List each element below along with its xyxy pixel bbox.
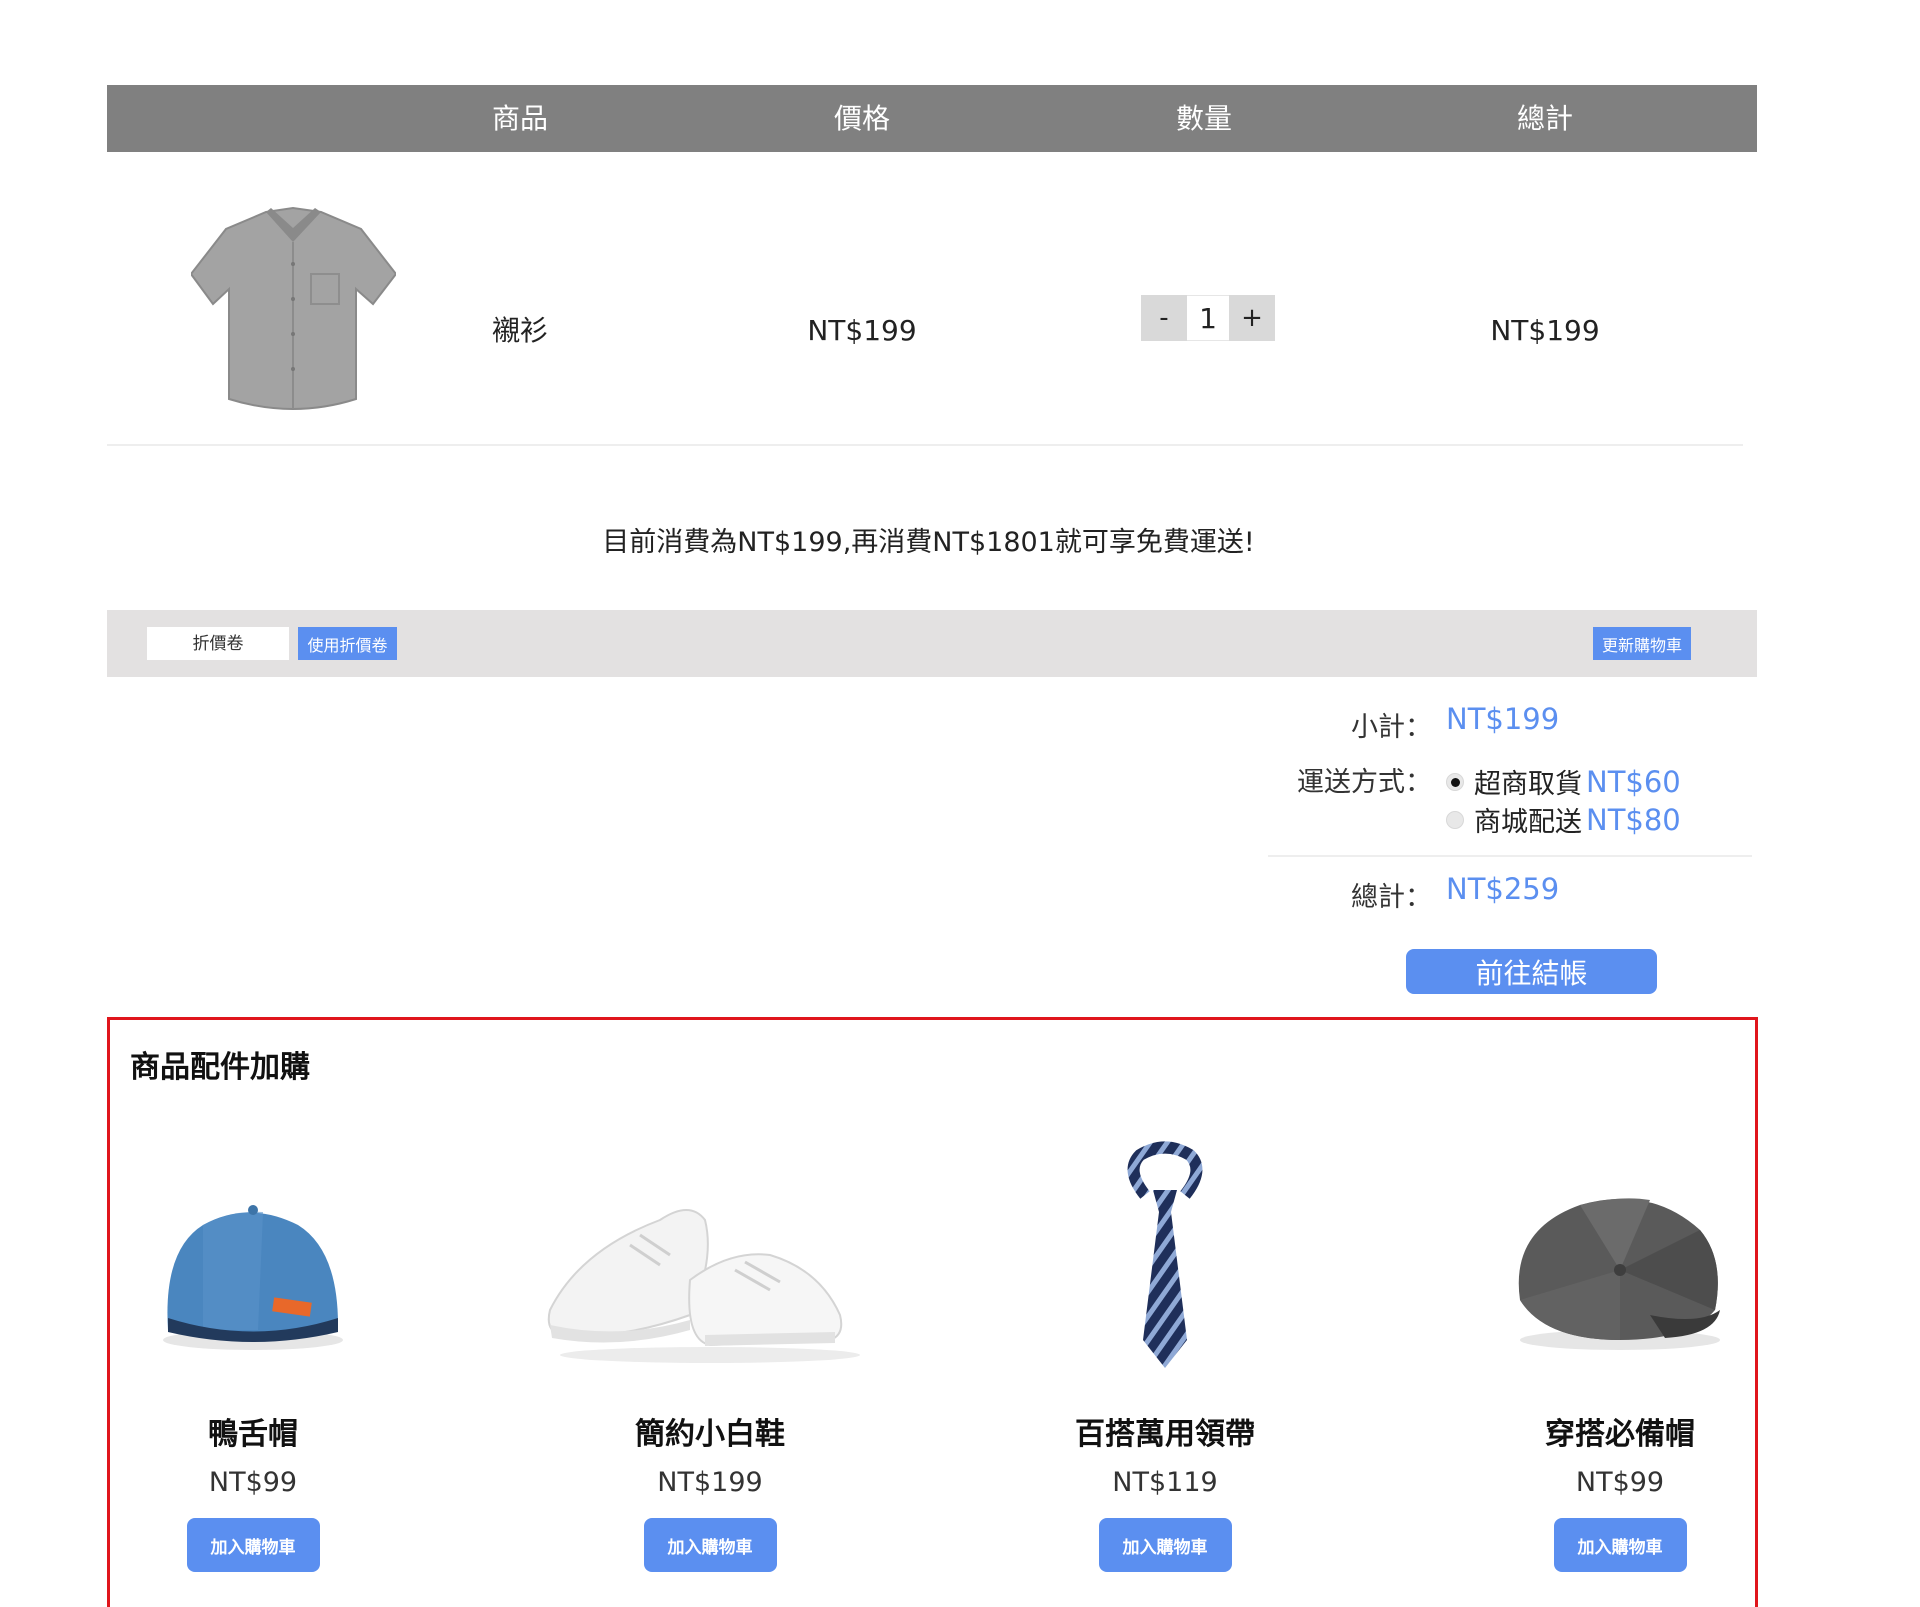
shipping-option-mall-delivery[interactable]: 商城配送 NT$80 xyxy=(1446,800,1681,839)
shipping-option-price: NT$60 xyxy=(1586,764,1681,799)
addon-item-price: NT$99 xyxy=(208,1467,298,1498)
coupon-bar: 使用折價卷 更新購物車 xyxy=(107,610,1757,677)
shipping-option-price: NT$80 xyxy=(1586,802,1681,837)
addon-item-name: 穿搭必備帽 xyxy=(1545,1417,1695,1452)
newsboy-cap-image xyxy=(1518,1198,1720,1350)
use-coupon-button[interactable]: 使用折價卷 xyxy=(298,627,397,660)
header-total: 總計 xyxy=(1516,102,1573,135)
necktie-image xyxy=(1127,1141,1203,1368)
radio-checked-icon[interactable] xyxy=(1446,772,1464,791)
checkout-button[interactable]: 前往結帳 xyxy=(1406,949,1657,994)
addon-item-price: NT$119 xyxy=(1112,1467,1218,1498)
white-sneakers-image xyxy=(547,1209,860,1363)
add-to-cart-button[interactable]: 加入購物車 xyxy=(186,1518,320,1572)
shipping-option-label: 商城配送 xyxy=(1474,807,1582,838)
subtotal-value: NT$199 xyxy=(1446,702,1560,736)
addon-item-price: NT$199 xyxy=(657,1467,763,1498)
baseball-cap-image xyxy=(163,1205,343,1350)
cart-item-name: 襯衫 xyxy=(491,314,548,347)
quantity-value[interactable]: 1 xyxy=(1187,295,1229,341)
addon-item: 鴨舌帽 NT$99 加入購物車 xyxy=(83,1140,423,1572)
shirt-image xyxy=(191,206,396,410)
addon-item: 百搭萬用領帶 NT$119 加入購物車 xyxy=(995,1140,1335,1572)
decrease-quantity-button[interactable]: - xyxy=(1141,295,1187,341)
free-shipping-notice: 目前消費為NT$199,再消費NT$1801就可享免費運送! xyxy=(602,527,1255,558)
cart-row: 襯衫 NT$199 NT$199 xyxy=(107,152,1743,446)
subtotal-label: 小計： xyxy=(1351,712,1432,743)
increase-quantity-button[interactable]: + xyxy=(1229,295,1275,341)
addon-item-price: NT$99 xyxy=(1575,1467,1665,1498)
quantity-stepper: - 1 + xyxy=(1141,295,1275,341)
addon-item-name: 百搭萬用領帶 xyxy=(1075,1417,1255,1452)
shipping-method-label: 運送方式： xyxy=(1297,767,1432,798)
addon-item-name: 簡約小白鞋 xyxy=(635,1417,785,1452)
update-cart-button[interactable]: 更新購物車 xyxy=(1593,627,1691,660)
coupon-input[interactable] xyxy=(147,627,289,660)
radio-unchecked-icon[interactable] xyxy=(1446,810,1464,829)
cart-item-total: NT$199 xyxy=(1490,314,1600,347)
shipping-option-label: 超商取貨 xyxy=(1474,769,1582,800)
addon-section: 商品配件加購 鴨舌帽 NT$99 加入購物車 簡約小白鞋 NT$199 加入購物… xyxy=(107,1017,1758,1607)
header-product: 商品 xyxy=(491,102,548,135)
addon-section-title: 商品配件加購 xyxy=(130,1050,310,1085)
total-label: 總計： xyxy=(1351,882,1432,913)
header-price: 價格 xyxy=(833,102,890,135)
shipping-option-store-pickup[interactable]: 超商取貨 NT$60 xyxy=(1446,762,1681,801)
cart-item-price: NT$199 xyxy=(807,314,917,347)
add-to-cart-button[interactable]: 加入購物車 xyxy=(643,1518,777,1572)
total-value: NT$259 xyxy=(1446,872,1560,906)
addon-item-name: 鴨舌帽 xyxy=(208,1417,298,1452)
summary-divider xyxy=(1268,855,1752,857)
addon-item: 穿搭必備帽 NT$99 加入購物車 xyxy=(1450,1140,1790,1572)
add-to-cart-button[interactable]: 加入購物車 xyxy=(1098,1518,1232,1572)
cart-table-header: 商品 價格 數量 總計 xyxy=(107,85,1757,152)
add-to-cart-button[interactable]: 加入購物車 xyxy=(1553,1518,1687,1572)
header-quantity: 數量 xyxy=(1175,102,1232,135)
addon-item: 簡約小白鞋 NT$199 加入購物車 xyxy=(540,1140,880,1572)
